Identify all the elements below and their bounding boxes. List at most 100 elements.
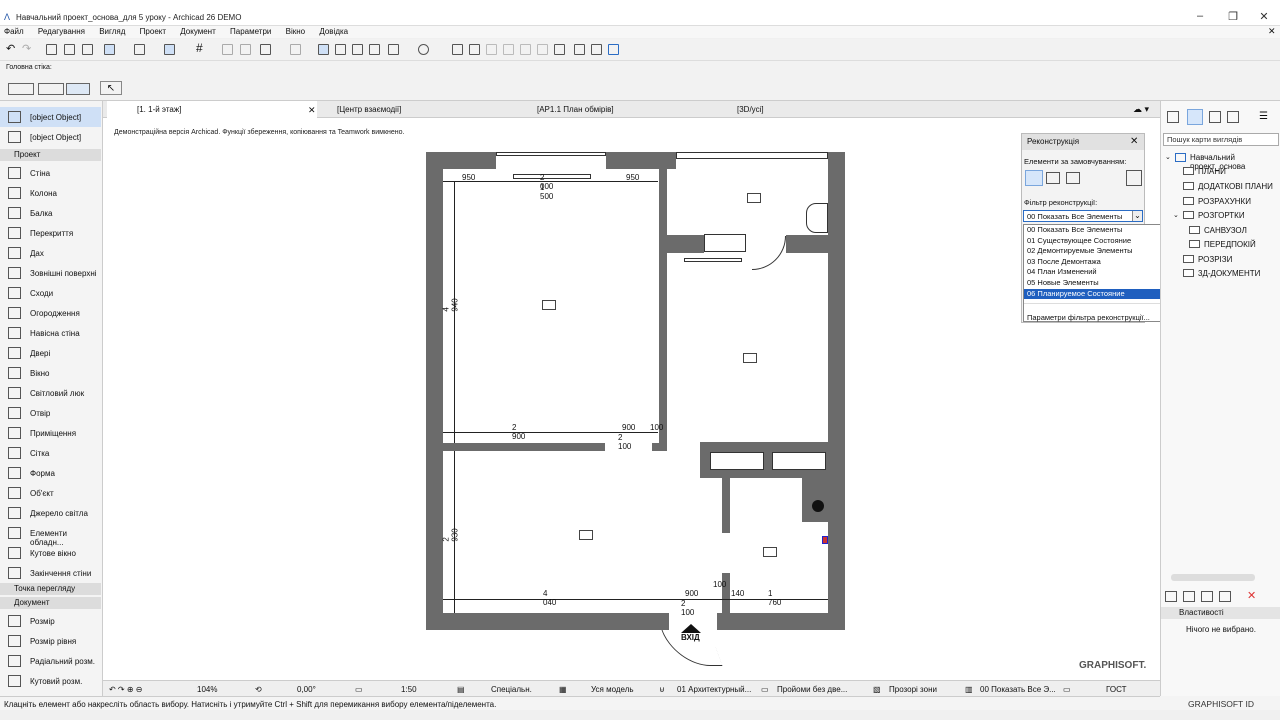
angle-icon[interactable]: ⟲ [255,685,262,694]
wall-bottom-left[interactable] [426,613,669,630]
window-top[interactable] [496,152,606,156]
dim-text[interactable]: 140 [731,589,744,598]
nav-item[interactable]: ПЛАНИ [1198,167,1226,176]
dim-text[interactable]: 100 [713,580,726,589]
wall-left[interactable] [426,152,443,630]
model-view-icon[interactable]: ▦ [559,685,567,694]
dimension-standard-value[interactable]: ГОСТ [1106,685,1127,694]
nav-item[interactable]: 3Д-ДОКУМЕНТИ [1198,269,1260,278]
menu-file[interactable]: Файл [4,27,24,36]
nav-item[interactable]: РОЗРІЗИ [1198,255,1232,264]
wall-interior-horizontal-stub[interactable] [652,443,667,451]
tool-світловий-люк[interactable]: Світловий люк [0,383,101,403]
closet-shelf-2[interactable] [772,452,826,470]
meter-icon[interactable] [822,536,828,544]
snap-icon[interactable] [104,44,115,55]
layout-book-icon[interactable] [1209,111,1221,123]
new-style-icon[interactable] [1066,172,1080,184]
tool-колона[interactable]: Колона [0,183,101,203]
tab-menu-icon[interactable]: ☁ ▾ [1133,104,1149,115]
filter-select[interactable]: 00 Показать Все Элементы [1023,210,1143,222]
properties-header[interactable]: Властивості [1161,607,1280,619]
radiator-icon[interactable] [684,258,742,262]
toolbox-section-header[interactable]: Точка перегляду [0,583,101,595]
folder-new-icon[interactable] [1219,591,1231,602]
wall-interior-horizontal-left[interactable] [443,443,605,451]
clone-view-icon[interactable] [1183,591,1195,602]
undo-zoom-icon[interactable]: ↶ ↷ ⊕ ⊖ [109,685,142,694]
zones-value[interactable]: Прозорі зони [889,685,937,694]
tool-кутове-вікно[interactable]: Кутове вікно [0,543,101,563]
tool-сходи[interactable]: Сходи [0,283,101,303]
tool-огородження[interactable]: Огородження [0,303,101,323]
room-stamp-5[interactable] [763,547,777,557]
closet-shelf-1[interactable] [710,452,764,470]
pick-up-icon[interactable] [46,44,57,55]
filter-option[interactable]: 01 Существующее Состояние [1024,236,1166,247]
filter-option[interactable]: 00 Показать Все Элементы [1024,225,1166,236]
rotate-icon[interactable] [352,44,363,55]
pen-icon[interactable]: ▤ [457,685,465,694]
explode-icon[interactable] [554,44,565,55]
wall-reference-icon[interactable] [38,83,64,95]
guide-icon[interactable] [134,44,145,55]
layer-combo-value[interactable]: 01 Архитектурный... [677,685,751,694]
dim-text[interactable]: 950 [626,173,639,182]
chevron-down-icon[interactable]: ⌄ [1132,211,1142,221]
tool-розмір-рівня[interactable]: Розмір рівня [0,631,101,651]
wall-interior-vertical[interactable] [659,169,667,451]
room-stamp-2[interactable] [747,193,761,203]
split-icon[interactable] [452,44,463,55]
navigator-menu-icon[interactable]: ☰ [1259,111,1268,122]
suspend-groups-icon[interactable] [164,44,175,55]
drag-icon[interactable] [335,44,346,55]
dimension-icon[interactable]: ▭ [761,685,769,694]
elevate-icon[interactable] [388,44,399,55]
nav-item[interactable]: САНВУЗОЛ [1204,226,1247,235]
window-top-right[interactable] [676,152,828,159]
tool-об-єкт[interactable]: Об'єкт [0,483,101,503]
navigator-scrollbar[interactable] [1171,574,1255,581]
tool-елементи-обладн-[interactable]: Елементи обладн... [0,523,101,547]
filter-option[interactable]: 03 После Демонтажа [1024,257,1166,268]
arrow-select-icon[interactable]: ↖ [100,81,122,95]
graphisoft-id-link[interactable]: GRAPHISOFT ID [1188,699,1254,709]
menu-close-icon[interactable]: ✕ [1268,26,1276,37]
fillet-icon[interactable] [503,44,514,55]
adjust-icon[interactable] [469,44,480,55]
menu-options[interactable]: Параметри [230,27,271,36]
tab-3d[interactable]: [3D/усі] [707,101,907,118]
save-view-icon[interactable] [1201,591,1213,602]
renovation-filter-value[interactable]: 00 Показать Все Э... [980,685,1056,694]
dim-text[interactable]: 2 100 [681,599,694,617]
tool-ефект-рамки-виді-[interactable]: [object Object] [0,127,101,147]
existing-style-icon[interactable] [1025,170,1043,186]
tool-форма[interactable]: Форма [0,463,101,483]
dim-text[interactable]: 1 500 [540,183,553,201]
drawing-canvas[interactable] [103,118,1160,680]
scale-icon[interactable]: ▭ [355,685,363,694]
wall-closet-left[interactable] [722,478,730,533]
close-icon[interactable]: ✕ [1244,10,1280,26]
tool-джерело-світла[interactable]: Джерело світла [0,503,101,523]
menu-edit[interactable]: Редагування [38,27,85,36]
view-map-icon[interactable] [1187,109,1203,125]
menu-help[interactable]: Довідка [319,27,348,36]
tool-балка[interactable]: Балка [0,203,101,223]
menu-document[interactable]: Документ [180,27,216,36]
room-stamp-1[interactable] [542,300,556,310]
wall-bath-right[interactable] [786,235,828,253]
menu-view[interactable]: Вигляд [99,27,125,36]
layer-combo-icon[interactable]: ⊍ [659,685,665,694]
room-stamp-3[interactable] [743,353,757,363]
publisher-icon[interactable] [1227,111,1239,123]
toilet-icon[interactable] [806,203,828,233]
nav-item[interactable]: ДОДАТКОВІ ПЛАНИ [1198,182,1273,191]
override-settings-icon[interactable] [1126,170,1142,186]
pen-set-value[interactable]: Спеціальн. [491,685,532,694]
tool-стрілка[interactable]: [object Object] [0,107,101,127]
wall-top-mid[interactable] [606,152,676,169]
tool-радіальний-розм-[interactable]: Радіальний розм. [0,651,101,671]
tool-стіна[interactable]: Стіна [0,163,101,183]
bath-door-frame[interactable] [704,234,746,252]
